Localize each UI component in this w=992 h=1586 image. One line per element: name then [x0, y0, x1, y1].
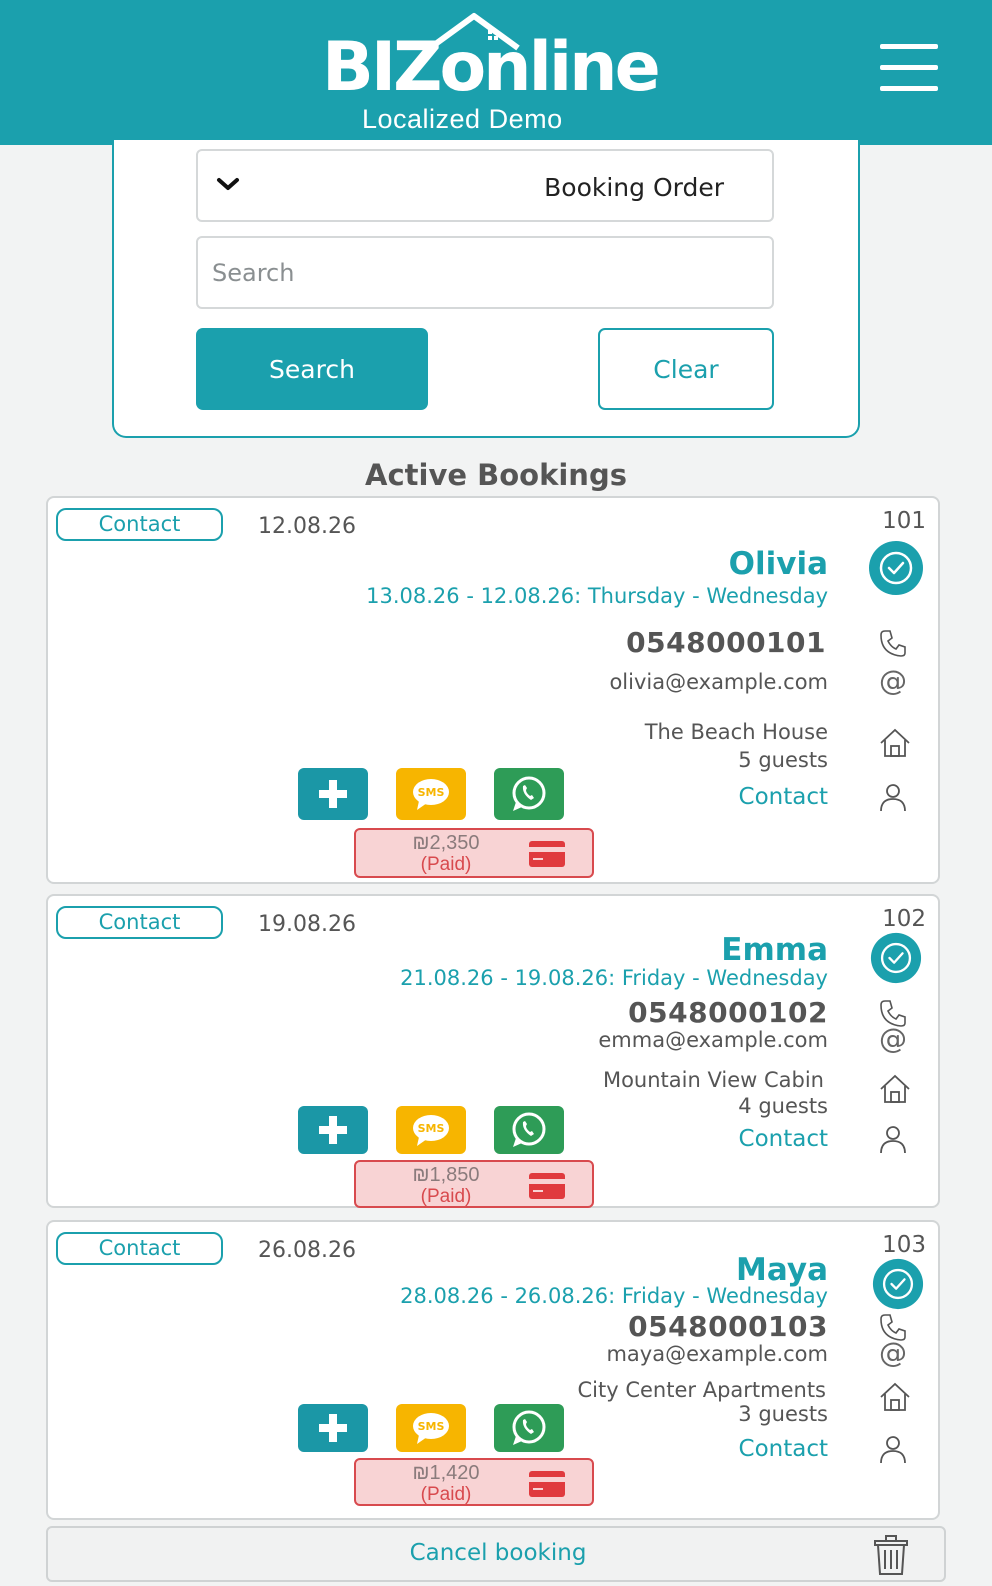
cancel-booking-button[interactable]: Cancel booking	[46, 1526, 946, 1582]
booking-number: 101	[882, 508, 926, 534]
search-input[interactable]	[196, 236, 774, 309]
add-button[interactable]	[298, 1404, 368, 1452]
bizonline-logo: BIZonline Localized Demo	[320, 12, 661, 137]
plus-icon	[319, 1116, 347, 1144]
cancel-booking-label: Cancel booking	[409, 1540, 587, 1566]
logo-subtitle: Localized Demo	[362, 104, 563, 134]
payment-amount: ₪2,350	[412, 832, 480, 854]
booking-date: 12.08.26	[258, 514, 356, 539]
plus-icon	[319, 780, 347, 808]
booking-number: 103	[882, 1232, 926, 1258]
guest-email[interactable]: emma@example.com	[598, 1028, 828, 1052]
home-icon	[880, 1382, 910, 1411]
payment-badge[interactable]: ₪2,350 (Paid)	[354, 828, 594, 878]
logo-main-text: BIZonline	[322, 28, 661, 107]
check-circle-icon[interactable]	[870, 932, 922, 984]
contact-link[interactable]: Contact	[739, 784, 828, 810]
whatsapp-icon	[512, 1112, 546, 1147]
payment-badge[interactable]: ₪1,420 (Paid)	[354, 1458, 594, 1506]
sms-icon: SMS	[413, 1115, 449, 1146]
whatsapp-button[interactable]	[494, 1106, 564, 1154]
check-circle-icon[interactable]	[872, 1258, 924, 1310]
sms-button[interactable]: SMS	[396, 768, 466, 820]
chevron-down-icon	[217, 178, 239, 190]
credit-card-icon	[529, 1173, 565, 1199]
booking-card: Contact 12.08.26 101 Olivia 13.08.26 - 1…	[46, 496, 940, 884]
at-icon[interactable]: @	[878, 1338, 908, 1368]
whatsapp-icon	[512, 1410, 546, 1445]
credit-card-icon	[529, 1471, 565, 1497]
add-button[interactable]	[298, 768, 368, 820]
contact-button[interactable]: Contact	[56, 906, 223, 939]
whatsapp-button[interactable]	[494, 768, 564, 820]
contact-link[interactable]: Contact	[739, 1126, 828, 1152]
guest-phone[interactable]: 0548000102	[628, 996, 828, 1029]
guest-email[interactable]: olivia@example.com	[609, 670, 828, 694]
contact-button[interactable]: Contact	[56, 508, 223, 541]
booking-date: 19.08.26	[258, 912, 356, 937]
select-value: Booking Order	[544, 173, 724, 202]
sms-label: SMS	[418, 1122, 445, 1135]
home-icon	[880, 1074, 910, 1103]
guest-phone[interactable]: 0548000101	[626, 626, 826, 659]
date-range: 21.08.26 - 19.08.26: Friday - Wednesday	[400, 966, 828, 990]
booking-card: Contact 19.08.26 102 Emma 21.08.26 - 19.…	[46, 894, 940, 1208]
sms-button[interactable]: SMS	[396, 1106, 466, 1154]
phone-icon[interactable]	[878, 628, 908, 658]
payment-badge[interactable]: ₪1,850 (Paid)	[354, 1160, 594, 1208]
add-button[interactable]	[298, 1106, 368, 1154]
search-button[interactable]: Search	[196, 328, 428, 410]
sms-icon: SMS	[413, 1413, 449, 1444]
check-circle-icon[interactable]	[868, 540, 924, 596]
booking-number: 102	[882, 906, 926, 932]
person-icon	[880, 1126, 906, 1154]
payment-amount: ₪1,850	[412, 1164, 480, 1186]
whatsapp-icon	[512, 776, 546, 811]
sms-icon: SMS	[413, 779, 449, 810]
guest-email[interactable]: maya@example.com	[606, 1342, 828, 1366]
sms-label: SMS	[418, 786, 445, 799]
booking-order-select[interactable]: Booking Order	[196, 149, 774, 222]
property-name: Mountain View Cabin	[602, 1068, 824, 1092]
payment-status: (Paid)	[420, 1186, 472, 1207]
payment-status: (Paid)	[420, 1484, 472, 1505]
guest-count: 4 guests	[738, 1094, 828, 1118]
booking-date: 26.08.26	[258, 1238, 356, 1263]
at-icon[interactable]: @	[878, 1024, 908, 1054]
credit-card-icon	[529, 841, 565, 867]
guest-name[interactable]: Emma	[721, 932, 828, 968]
property-name: The Beach House	[644, 720, 828, 744]
person-icon	[880, 1436, 906, 1464]
booking-card: Contact 26.08.26 103 Maya 28.08.26 - 26.…	[46, 1220, 940, 1520]
menu-icon[interactable]	[880, 44, 940, 92]
at-icon[interactable]: @	[878, 666, 908, 696]
sms-label: SMS	[418, 1420, 445, 1433]
date-range: 13.08.26 - 12.08.26: Thursday - Wednesda…	[366, 584, 828, 608]
guest-count: 5 guests	[738, 748, 828, 772]
sms-button[interactable]: SMS	[396, 1404, 466, 1452]
date-range: 28.08.26 - 26.08.26: Friday - Wednesday	[400, 1284, 828, 1308]
app-header: BIZonline Localized Demo	[0, 0, 992, 145]
payment-amount: ₪1,420	[412, 1462, 480, 1484]
guest-name[interactable]: Maya	[736, 1252, 828, 1288]
person-icon	[880, 784, 906, 812]
guest-phone[interactable]: 0548000103	[628, 1310, 828, 1343]
guest-count: 3 guests	[738, 1402, 828, 1426]
plus-icon	[319, 1414, 347, 1442]
trash-icon[interactable]	[872, 1534, 910, 1576]
contact-button[interactable]: Contact	[56, 1232, 223, 1265]
property-name: City Center Apartments	[577, 1378, 826, 1402]
contact-link[interactable]: Contact	[739, 1436, 828, 1462]
home-icon	[880, 728, 910, 757]
guest-name[interactable]: Olivia	[729, 546, 828, 582]
whatsapp-button[interactable]	[494, 1404, 564, 1452]
payment-status: (Paid)	[420, 854, 472, 875]
clear-button[interactable]: Clear	[598, 328, 774, 410]
section-title: Active Bookings	[365, 458, 627, 492]
